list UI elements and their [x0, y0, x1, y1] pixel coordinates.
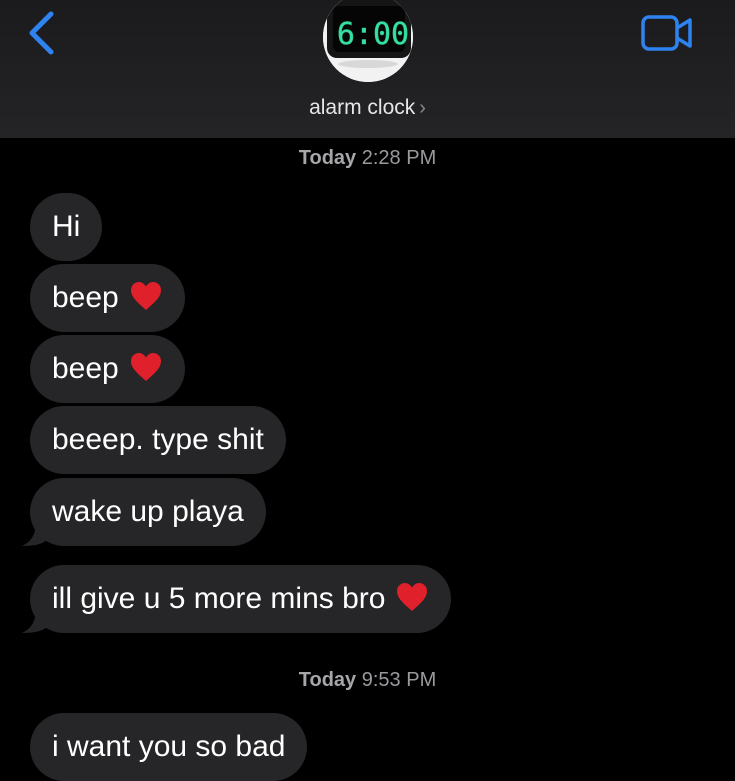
- message-bubble[interactable]: beep: [30, 264, 185, 332]
- video-camera-icon: [641, 15, 692, 51]
- timestamp-time: 9:53 PM: [361, 669, 437, 691]
- message-text: beep: [52, 352, 119, 385]
- chevron-right-icon: ›: [419, 97, 426, 119]
- chevron-left-icon: [29, 11, 54, 55]
- contact-name[interactable]: alarm clock ›: [0, 96, 735, 120]
- bubble-tail: [22, 518, 50, 546]
- message-bubble[interactable]: beep: [30, 335, 185, 403]
- message-text: wake up playa: [52, 495, 244, 528]
- facetime-video-button[interactable]: [640, 14, 694, 52]
- message-text: Hi: [52, 210, 81, 243]
- message-text: i want you so bad: [52, 730, 286, 763]
- red-heart-icon: [397, 583, 428, 612]
- timestamp-day: Today: [298, 669, 357, 691]
- message-text: ill give u 5 more mins bro: [52, 582, 386, 615]
- message-text: beep: [52, 281, 119, 314]
- contact-name-label: alarm clock: [309, 96, 416, 119]
- red-heart-icon: [130, 282, 161, 311]
- conversation-header: 6:00 alarm clock ›: [0, 0, 735, 138]
- contact-avatar[interactable]: 6:00: [323, 0, 413, 82]
- message-text: beeep. type shit: [52, 423, 264, 456]
- message-bubble[interactable]: beeep. type shit: [30, 406, 286, 474]
- alarm-clock-avatar-image: 6:00: [323, 0, 413, 82]
- red-heart-icon: [130, 353, 161, 382]
- bubble-tail: [22, 605, 50, 633]
- message-bubble[interactable]: wake up playa: [30, 478, 266, 546]
- message-bubble[interactable]: i want you so bad: [30, 713, 308, 781]
- message-timestamp: Today 2:28 PM: [0, 147, 735, 170]
- timestamp-day: Today: [298, 147, 357, 169]
- message-bubble[interactable]: Hi: [30, 193, 103, 261]
- timestamp-time: 2:28 PM: [361, 147, 437, 169]
- avatar-clock-digits: 6:00: [337, 17, 409, 52]
- back-button[interactable]: [22, 10, 62, 56]
- message-bubble[interactable]: ill give u 5 more mins bro: [30, 565, 452, 633]
- message-timestamp: Today 9:53 PM: [0, 669, 735, 692]
